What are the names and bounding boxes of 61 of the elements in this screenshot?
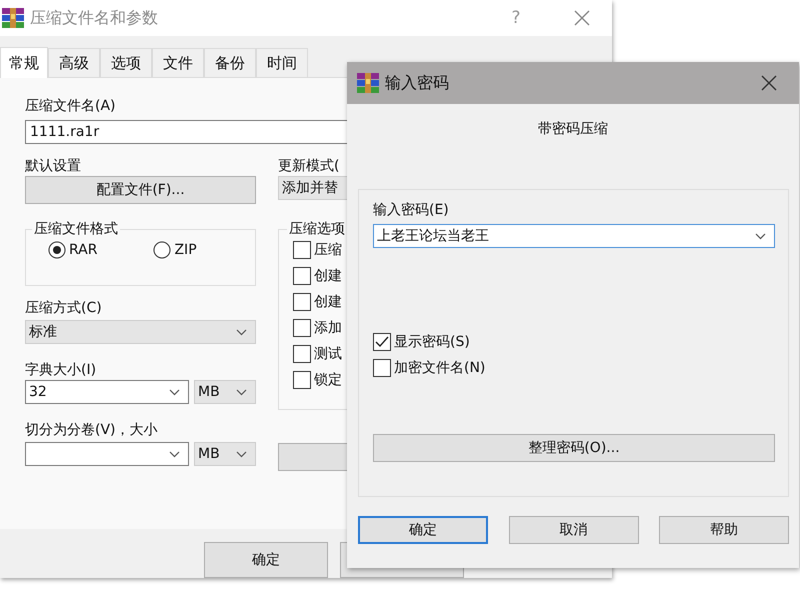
checkbox[interactable] bbox=[373, 359, 391, 377]
radio-label: RAR bbox=[69, 241, 98, 260]
field-label: 压缩方式(C) bbox=[25, 299, 103, 318]
checkbox-label: 添加 bbox=[314, 319, 342, 338]
chevron-down-icon bbox=[169, 388, 180, 396]
checkbox-label: 创建 bbox=[314, 293, 342, 312]
field-label: 默认设置 bbox=[25, 157, 82, 176]
tab[interactable]: 时间 bbox=[256, 48, 308, 77]
organize-passwords-button[interactable]: 整理密码(O)... bbox=[373, 434, 775, 462]
chevron-down-icon bbox=[755, 232, 766, 240]
unit-select[interactable]: MB bbox=[194, 380, 256, 404]
field-label: 输入密码(E) bbox=[373, 201, 450, 220]
chevron-down-icon bbox=[236, 328, 247, 336]
checkbox-label: 压缩 bbox=[314, 241, 342, 260]
checkbox-label: 创建 bbox=[314, 267, 342, 286]
check-icon bbox=[375, 336, 389, 348]
checkbox[interactable] bbox=[293, 293, 311, 311]
app-logo-icon bbox=[357, 73, 379, 93]
checkbox-label: 加密文件名(N) bbox=[394, 359, 486, 378]
tab[interactable]: 选项 bbox=[100, 48, 152, 77]
split-size-combo[interactable] bbox=[25, 442, 189, 466]
checkbox[interactable] bbox=[293, 267, 311, 285]
field-label: 字典大小(I) bbox=[25, 361, 98, 380]
radio-selected-icon[interactable] bbox=[48, 241, 66, 259]
method-select[interactable]: 标准 bbox=[25, 320, 256, 344]
close-icon bbox=[761, 75, 777, 91]
chevron-down-icon bbox=[236, 450, 247, 458]
dictionary-size-combo[interactable]: 32 bbox=[25, 380, 189, 404]
password-combo[interactable]: 上老王论坛当老王 bbox=[373, 224, 775, 248]
dialog-title: 输入密码 bbox=[385, 72, 450, 94]
radio-label: ZIP bbox=[174, 241, 197, 260]
field-label: 更新模式( bbox=[278, 157, 340, 176]
checkbox[interactable] bbox=[293, 319, 311, 337]
checkbox[interactable] bbox=[373, 333, 391, 351]
checkbox[interactable] bbox=[293, 345, 311, 363]
profile-button[interactable]: 配置文件(F)... bbox=[25, 176, 256, 204]
checkbox-label: 测试 bbox=[314, 345, 342, 364]
checkbox-label: 锁定 bbox=[314, 371, 342, 390]
dialog-heading: 带密码压缩 bbox=[538, 120, 608, 138]
tab[interactable]: 备份 bbox=[204, 48, 256, 77]
close-icon bbox=[574, 10, 590, 26]
tab[interactable]: 高级 bbox=[48, 48, 100, 77]
checkbox-label: 显示密码(S) bbox=[394, 333, 470, 352]
tab[interactable]: 常规 bbox=[0, 47, 48, 78]
checkbox[interactable] bbox=[293, 241, 311, 259]
radio-icon[interactable] bbox=[153, 241, 172, 259]
group-title: 压缩文件格式 bbox=[33, 220, 119, 238]
dialog-button[interactable]: 取消 bbox=[508, 516, 638, 544]
tab[interactable]: 文件 bbox=[152, 48, 204, 77]
chevron-down-icon bbox=[236, 388, 247, 396]
checkbox[interactable] bbox=[293, 371, 311, 389]
ok-button[interactable]: 确定 bbox=[204, 542, 328, 578]
chevron-down-icon bbox=[169, 450, 180, 458]
dialog-button[interactable]: 帮助 bbox=[659, 516, 789, 544]
group-title: 压缩选项 bbox=[288, 220, 346, 238]
window-title: 压缩文件名和参数 bbox=[30, 8, 159, 28]
app-logo-icon bbox=[2, 8, 24, 28]
field-label: 切分为分卷(V)，大小 bbox=[25, 421, 159, 440]
field-label: 压缩文件名(A) bbox=[25, 97, 117, 116]
dialog-button[interactable]: 确定 bbox=[358, 516, 488, 544]
unit-select[interactable]: MB bbox=[194, 442, 256, 466]
